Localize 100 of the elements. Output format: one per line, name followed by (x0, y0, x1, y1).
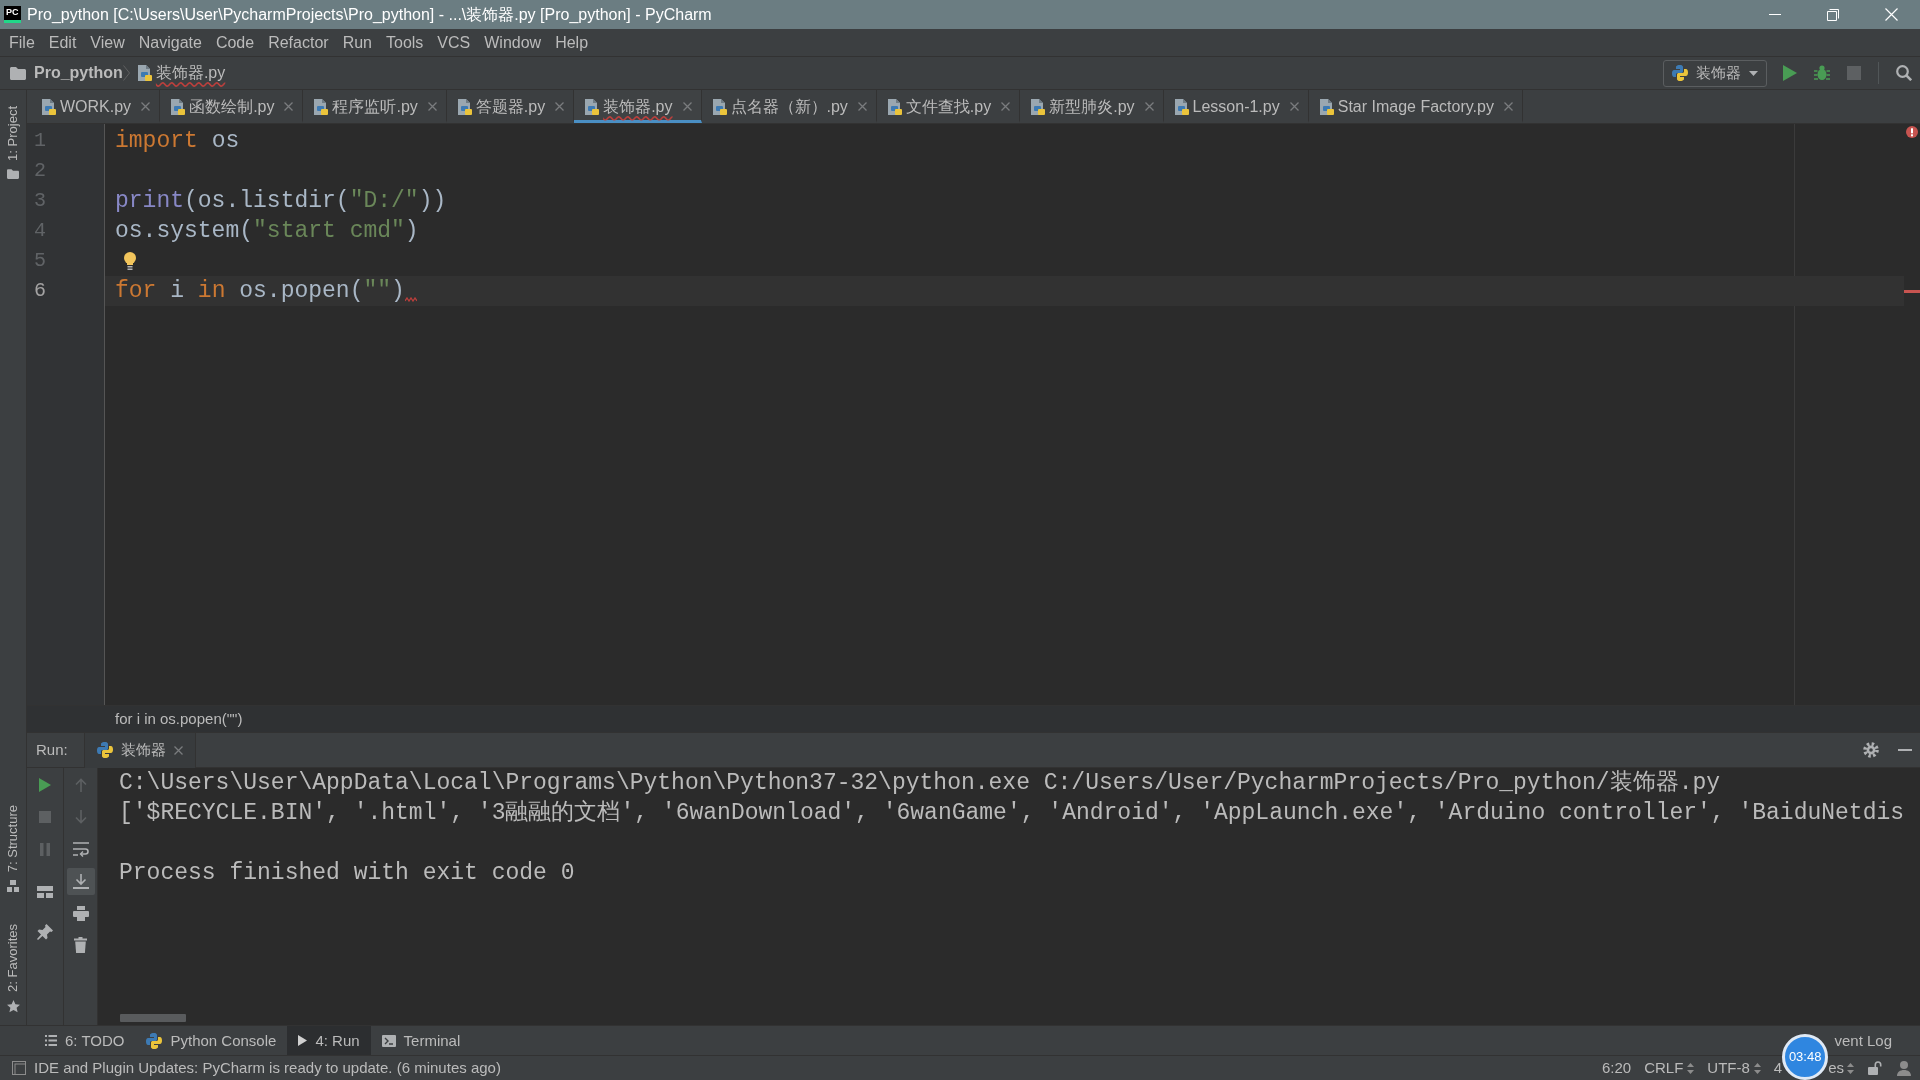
encoding-widget[interactable]: UTF-8 (1707, 1056, 1761, 1080)
tool-window-button[interactable]: 1: Project (5, 102, 21, 183)
exit-message: Process finished with exit code 0 (119, 859, 576, 888)
scroll-to-end-icon[interactable] (66, 867, 95, 895)
event-log-button[interactable]: vent Log (1834, 1026, 1892, 1055)
line-separator-widget[interactable]: CRLF (1644, 1056, 1695, 1080)
close-icon[interactable] (1503, 102, 1513, 111)
star-icon (6, 1000, 20, 1013)
play-icon (298, 1035, 308, 1046)
nav-crumb[interactable]: 装饰器.py (155, 63, 226, 83)
file-icon (885, 98, 902, 115)
file-icon (169, 98, 186, 115)
indent-setting[interactable]: es (1828, 1059, 1844, 1077)
bug-icon[interactable] (1814, 65, 1830, 81)
close-icon[interactable] (1144, 102, 1154, 111)
error-mark-icon[interactable] (1904, 289, 1920, 293)
file-icon (1029, 98, 1046, 115)
line-number: 6 (33, 278, 47, 304)
play-icon[interactable] (39, 778, 51, 792)
run-tab[interactable]: 装饰器 (83, 732, 196, 768)
file-icon (1172, 98, 1189, 115)
list-icon (45, 1035, 57, 1046)
tool-window-button[interactable]: 2: Favorites (5, 920, 21, 1017)
close-icon[interactable] (141, 102, 151, 111)
code-line: import os (115, 127, 240, 156)
error-icon[interactable] (1906, 126, 1918, 138)
code-line: print(os.listdir("D:/")) (115, 187, 447, 216)
play-icon[interactable] (1783, 65, 1797, 81)
updown-arrows-icon (1687, 1062, 1695, 1074)
printer-icon[interactable] (72, 905, 89, 921)
close-icon[interactable] (682, 102, 692, 111)
tool-window-button[interactable]: 6: TODO (34, 1026, 136, 1055)
python-icon (1672, 65, 1688, 81)
close-icon[interactable] (857, 102, 867, 111)
folder-icon (10, 66, 26, 80)
breadcrumb-item[interactable]: for i in os.popen("") (115, 710, 243, 728)
menu-item[interactable]: View (83, 29, 132, 56)
python-icon (96, 742, 113, 758)
menu-item[interactable]: Navigate (131, 29, 209, 56)
close-icon[interactable] (1001, 102, 1011, 111)
editor-tab[interactable]: 装饰器.py (574, 90, 702, 123)
chevron-icon (122, 65, 130, 81)
pin-icon[interactable] (37, 924, 53, 940)
menu-item[interactable]: Window (477, 29, 549, 56)
file-icon (710, 98, 727, 115)
close-icon[interactable] (1289, 102, 1299, 111)
run-config-dropdown[interactable]: 装饰器 (1663, 59, 1767, 87)
minimize-icon (1769, 14, 1781, 15)
file-icon (40, 98, 56, 115)
tool-window-button[interactable]: Terminal (370, 1026, 472, 1055)
close-icon[interactable] (555, 102, 565, 111)
wrap-icon[interactable] (72, 841, 89, 857)
lightbulb-icon[interactable] (124, 252, 136, 270)
file-icon (455, 98, 472, 115)
menu-item[interactable]: File (2, 29, 42, 56)
search-icon[interactable] (1896, 65, 1912, 81)
output-line: ['$RECYCLE.BIN', '.html', '3融融的文档', '6wanDownload', '6wanGame', 'Android', 'AppLaunch.exe', 'Arduino controller', 'BaiduNetdis (119, 799, 1906, 828)
tool-window-button[interactable]: 4: Run (287, 1026, 371, 1055)
restore-icon (1827, 8, 1839, 21)
panel-title: Run: (36, 741, 68, 759)
code-line: os.system("start cmd") (115, 217, 419, 246)
menu-item[interactable]: Code (208, 29, 262, 56)
trash-icon[interactable] (74, 937, 87, 953)
menu-item[interactable]: Edit (41, 29, 84, 56)
structure-icon (7, 880, 19, 893)
layout-icon[interactable] (37, 886, 53, 898)
unlocked-icon[interactable] (1868, 1061, 1882, 1075)
folder-icon (7, 168, 19, 179)
close-icon[interactable] (173, 745, 183, 755)
file-icon (312, 98, 329, 115)
caret-position[interactable]: 6:20 (1601, 1056, 1632, 1080)
file-icon (1317, 98, 1334, 115)
python-icon (146, 1032, 163, 1049)
updown-arrows-icon (1847, 1062, 1854, 1074)
settings-icon[interactable] (1863, 742, 1879, 758)
timer-badge: 03:48 (1782, 1034, 1829, 1080)
tool-window-button[interactable]: Python Console (135, 1026, 288, 1055)
nav-crumb[interactable]: Pro_python (34, 63, 123, 83)
menu-item[interactable]: Help (548, 29, 596, 56)
tool-window-button[interactable]: 7: Structure (5, 800, 21, 897)
status-message[interactable]: IDE and Plugin Updates: PyCharm is ready to update. (6 minutes ago) (34, 1059, 501, 1077)
panel-toggle-icon[interactable] (12, 1061, 26, 1075)
file-icon (583, 98, 600, 115)
menu-item[interactable]: Run (335, 29, 379, 56)
updown-arrows-icon (1753, 1062, 1761, 1074)
person-icon[interactable] (1896, 1060, 1912, 1076)
code-line: for i in os.popen("") (115, 277, 405, 306)
caret-icon (1749, 70, 1758, 76)
close-icon[interactable] (284, 102, 294, 111)
scrollbar-thumb[interactable] (120, 1014, 186, 1022)
close-icon[interactable] (427, 102, 437, 111)
terminal-icon (381, 1034, 396, 1047)
menu-item[interactable]: Tools (379, 29, 431, 56)
app-logo: PC (4, 6, 21, 23)
window-title: Pro_python [C:\Users\User\PycharmProjects\Pro_python] - ...\装饰器.py [Pro_python] - PyCharm (27, 4, 713, 25)
menu-item[interactable]: Refactor (261, 29, 336, 56)
file-icon (135, 65, 152, 81)
menu-item[interactable]: VCS (430, 29, 478, 56)
close-icon (1884, 8, 1898, 21)
indent-setting[interactable]: 4 (1773, 1059, 1783, 1077)
